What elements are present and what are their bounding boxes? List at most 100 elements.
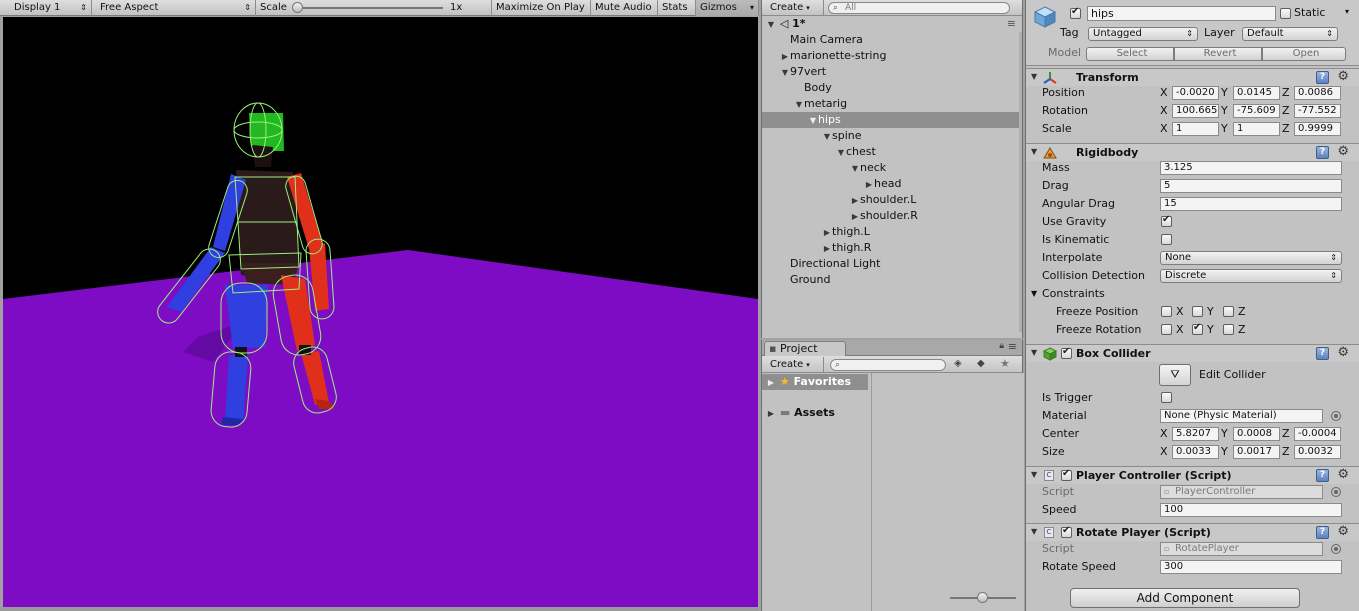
project-zoom-slider-handle[interactable] bbox=[977, 592, 988, 603]
player-controller-enabled-checkbox[interactable] bbox=[1061, 468, 1072, 481]
add-component-button[interactable]: Add Component bbox=[1070, 588, 1300, 608]
collapse-arrow-icon[interactable]: ▼ bbox=[850, 161, 860, 177]
freeze-position-x-checkbox[interactable] bbox=[1161, 306, 1172, 317]
hierarchy-item[interactable]: ▼ spine bbox=[762, 128, 1022, 144]
hierarchy-item[interactable]: ▼ neck bbox=[762, 160, 1022, 176]
help-icon[interactable]: ? bbox=[1316, 347, 1329, 360]
foldout-arrow-icon[interactable]: ▼ bbox=[1031, 527, 1037, 536]
maximize-on-play-toggle[interactable]: Maximize On Play bbox=[492, 0, 591, 16]
edit-collider-button[interactable]: ⛛ bbox=[1159, 364, 1191, 386]
scale-z-field[interactable]: 0.9999 bbox=[1294, 122, 1341, 136]
gear-icon[interactable]: ⚙ bbox=[1337, 144, 1349, 159]
object-picker-icon[interactable] bbox=[1331, 411, 1341, 421]
active-checkbox[interactable] bbox=[1070, 6, 1081, 19]
position-z-field[interactable]: 0.0086 bbox=[1294, 86, 1341, 100]
expand-arrow-icon[interactable]: ▶ bbox=[864, 177, 874, 193]
use-gravity-checkbox[interactable] bbox=[1161, 214, 1172, 227]
hierarchy-item[interactable]: ▼ hips bbox=[762, 112, 1022, 128]
collapse-arrow-icon[interactable]: ▼ bbox=[766, 20, 776, 29]
hierarchy-item[interactable]: ▶ shoulder.R bbox=[762, 208, 1022, 224]
hierarchy-item[interactable]: Main Camera bbox=[762, 32, 1022, 48]
gear-icon[interactable]: ⚙ bbox=[1337, 345, 1349, 360]
player-controller-header[interactable]: ▼ C Player Controller (Script) ? ⚙ bbox=[1026, 466, 1359, 484]
size-x-field[interactable]: 0.0033 bbox=[1172, 445, 1219, 459]
gizmos-dropdown[interactable]: Gizmos ▾ bbox=[696, 0, 759, 16]
drag-field[interactable]: 5 bbox=[1160, 179, 1342, 193]
foldout-arrow-icon[interactable]: ▼ bbox=[1031, 72, 1037, 81]
foldout-arrow-icon[interactable]: ▼ bbox=[1031, 348, 1037, 357]
material-field[interactable]: None (Physic Material) bbox=[1160, 409, 1323, 423]
assets-item[interactable]: ▶ ▬ Assets bbox=[766, 405, 835, 421]
hierarchy-item[interactable]: ▼ metarig bbox=[762, 96, 1022, 112]
collapse-arrow-icon[interactable]: ▼ bbox=[794, 97, 804, 113]
box-collider-header[interactable]: ▼ Box Collider ? ⚙ bbox=[1026, 344, 1359, 362]
scene-header[interactable]: ▼ ◁ 1* ≡ bbox=[762, 17, 1022, 31]
collapse-arrow-icon[interactable]: ▼ bbox=[822, 129, 832, 145]
gear-icon[interactable]: ⚙ bbox=[1337, 69, 1349, 84]
position-y-field[interactable]: 0.0145 bbox=[1233, 86, 1280, 100]
help-icon[interactable]: ? bbox=[1316, 526, 1329, 539]
collapse-arrow-icon[interactable]: ▼ bbox=[780, 65, 790, 81]
rigidbody-header[interactable]: ▼ Rigidbody ? ⚙ bbox=[1026, 143, 1359, 161]
hierarchy-item[interactable]: ▶ marionette-string bbox=[762, 48, 1022, 64]
menu-icon[interactable]: ≡ bbox=[1007, 17, 1016, 30]
model-select-button[interactable]: Select bbox=[1086, 47, 1174, 61]
hierarchy-item[interactable]: ▶ shoulder.L bbox=[762, 192, 1022, 208]
freeze-rotation-x-checkbox[interactable] bbox=[1161, 324, 1172, 335]
help-icon[interactable]: ? bbox=[1316, 71, 1329, 84]
expand-arrow-icon[interactable]: ▶ bbox=[850, 209, 860, 225]
scale-slider-handle[interactable] bbox=[292, 2, 303, 13]
filter-type-icon[interactable]: ◈ bbox=[954, 358, 962, 369]
scale-slider-track[interactable] bbox=[298, 7, 443, 9]
expand-arrow-icon[interactable]: ▶ bbox=[850, 193, 860, 209]
hierarchy-item[interactable]: Ground bbox=[762, 272, 1022, 288]
aspect-dropdown[interactable]: Free Aspect ⇕ bbox=[92, 0, 256, 16]
freeze-position-y-checkbox[interactable] bbox=[1192, 306, 1203, 317]
display-dropdown[interactable]: Display 1 ⇕ bbox=[0, 0, 92, 16]
expand-arrow-icon[interactable]: ▶ bbox=[766, 406, 776, 422]
help-icon[interactable]: ? bbox=[1316, 469, 1329, 482]
gear-icon[interactable]: ⚙ bbox=[1337, 467, 1349, 482]
center-y-field[interactable]: 0.0008 bbox=[1233, 427, 1280, 441]
hierarchy-item[interactable]: ▶ thigh.R bbox=[762, 240, 1022, 256]
speed-field[interactable]: 100 bbox=[1160, 503, 1342, 517]
constraints-foldout-arrow-icon[interactable]: ▼ bbox=[1031, 286, 1037, 302]
scale-y-field[interactable]: 1 bbox=[1233, 122, 1280, 136]
hierarchy-item[interactable]: ▶ head bbox=[762, 176, 1022, 192]
rotation-y-field[interactable]: -75.609 bbox=[1233, 104, 1280, 118]
angular-drag-field[interactable]: 15 bbox=[1160, 197, 1342, 211]
size-z-field[interactable]: 0.0032 bbox=[1294, 445, 1341, 459]
hierarchy-item[interactable]: ▼ 97vert bbox=[762, 64, 1022, 80]
hierarchy-search-input[interactable]: ⌕ All bbox=[828, 2, 1010, 14]
rotate-player-enabled-checkbox[interactable] bbox=[1061, 525, 1072, 538]
expand-arrow-icon[interactable]: ▶ bbox=[766, 375, 776, 391]
model-open-button[interactable]: Open bbox=[1262, 47, 1346, 61]
help-icon[interactable]: ? bbox=[1316, 146, 1329, 159]
project-tab[interactable]: ▪ Project bbox=[764, 341, 846, 356]
stats-toggle[interactable]: Stats bbox=[658, 0, 696, 16]
layer-dropdown[interactable]: Default ⇕ bbox=[1242, 27, 1338, 41]
favorite-star-icon[interactable]: ★ bbox=[1000, 357, 1010, 370]
game-viewport[interactable] bbox=[3, 17, 758, 607]
rotation-z-field[interactable]: -77.552 bbox=[1294, 104, 1341, 118]
is-trigger-checkbox[interactable] bbox=[1161, 392, 1172, 403]
model-revert-button[interactable]: Revert bbox=[1174, 47, 1262, 61]
center-z-field[interactable]: -0.0004 bbox=[1294, 427, 1341, 441]
rotate-player-header[interactable]: ▼ C Rotate Player (Script) ? ⚙ bbox=[1026, 523, 1359, 541]
hierarchy-item[interactable]: Body bbox=[762, 80, 1022, 96]
collision-detection-dropdown[interactable]: Discrete ⇕ bbox=[1160, 269, 1342, 283]
object-name-field[interactable]: hips bbox=[1087, 6, 1276, 21]
mute-audio-toggle[interactable]: Mute Audio bbox=[591, 0, 658, 16]
hierarchy-item[interactable]: ▶ thigh.L bbox=[762, 224, 1022, 240]
project-create-button[interactable]: Create ▾ bbox=[766, 357, 824, 373]
freeze-position-z-checkbox[interactable] bbox=[1223, 306, 1234, 317]
tag-dropdown[interactable]: Untagged ⇕ bbox=[1088, 27, 1198, 41]
center-x-field[interactable]: 5.8207 bbox=[1172, 427, 1219, 441]
expand-arrow-icon[interactable]: ▶ bbox=[822, 225, 832, 241]
rotation-x-field[interactable]: 100.665 bbox=[1172, 104, 1219, 118]
freeze-rotation-z-checkbox[interactable] bbox=[1223, 324, 1234, 335]
hierarchy-item[interactable]: ▼ chest bbox=[762, 144, 1022, 160]
transform-header[interactable]: ▼ Transform ? ⚙ bbox=[1026, 68, 1359, 86]
is-kinematic-checkbox[interactable] bbox=[1161, 234, 1172, 245]
lock-icon[interactable]: 🔒︎ bbox=[999, 341, 1004, 351]
